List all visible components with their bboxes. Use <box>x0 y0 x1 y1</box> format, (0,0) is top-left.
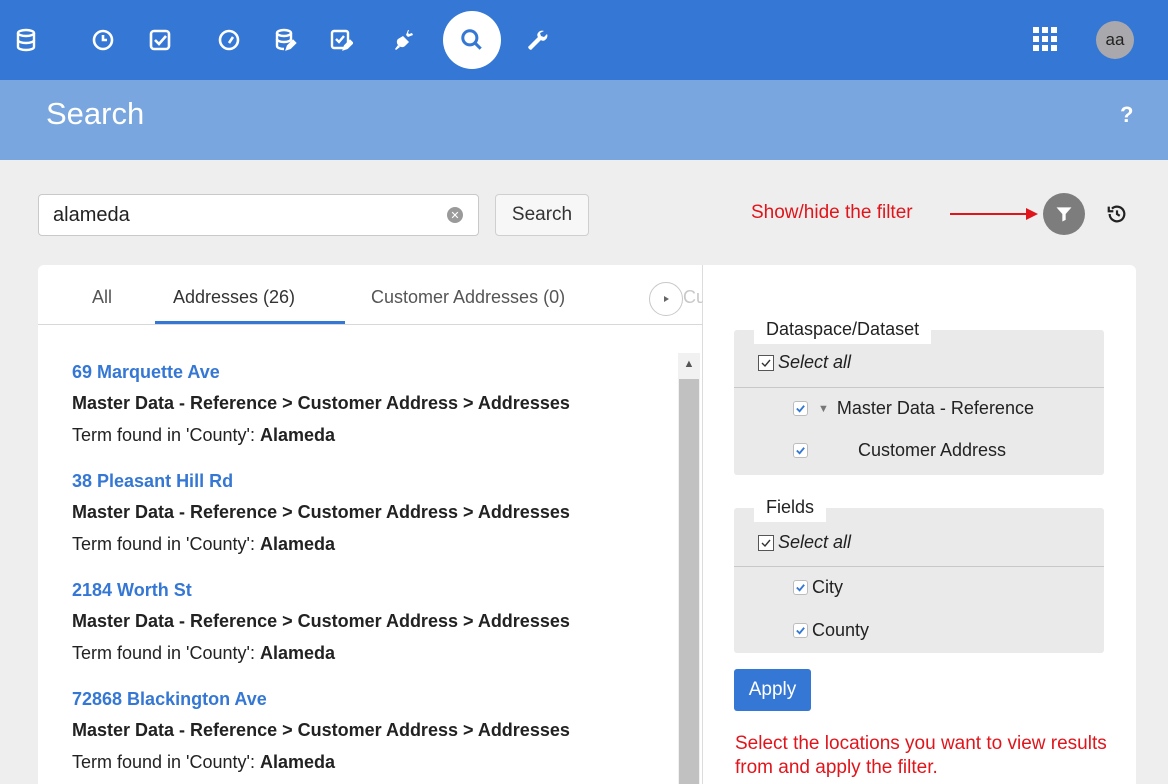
scroll-up-icon[interactable]: ▲ <box>678 353 700 375</box>
gauge-icon[interactable] <box>209 20 249 60</box>
search-field[interactable]: ✕ <box>38 194 479 236</box>
term-prefix: Term found in 'County': <box>72 643 260 663</box>
result-title-link[interactable]: 69 Marquette Ave <box>72 357 672 387</box>
result-path: Master Data - Reference > Customer Addre… <box>72 393 570 413</box>
tab-cust[interactable]: Cust <box>683 287 703 308</box>
main-content: ✕ Search Show/hide the filter All Addres… <box>0 160 1168 784</box>
checkbox-icon[interactable] <box>758 354 774 371</box>
filter-icon <box>1056 207 1072 222</box>
result-term: Term found in 'County': Alameda <box>72 419 672 451</box>
checkbox-checked-icon[interactable] <box>793 401 808 416</box>
result-list: 69 Marquette Ave Master Data - Reference… <box>72 357 672 784</box>
apps-grid-icon[interactable] <box>1033 27 1057 51</box>
annotation-arrow-icon <box>950 208 1038 220</box>
scrollbar-thumb[interactable] <box>679 379 699 784</box>
filter-toggle-button[interactable] <box>1043 193 1085 235</box>
database-edit-icon[interactable] <box>265 20 305 60</box>
result-path: Master Data - Reference > Customer Addre… <box>72 611 570 631</box>
select-all-label: Select all <box>778 532 852 552</box>
dataspace-item-master-data[interactable]: ▼ Master Data - Reference <box>793 398 1103 419</box>
dataspace-select-all[interactable]: Select all <box>758 352 1058 373</box>
search-input[interactable] <box>53 204 433 227</box>
term-value: Alameda <box>259 425 336 445</box>
page-header: Search ? <box>0 80 1168 160</box>
divider <box>734 566 1104 567</box>
active-tab-indicator <box>155 321 345 324</box>
result-title-link[interactable]: 38 Pleasant Hill Rd <box>72 466 672 496</box>
results-panel: All Addresses (26) Customer Addresses (0… <box>38 265 703 784</box>
term-prefix: Term found in 'County': <box>72 425 260 445</box>
tab-customer-addresses[interactable]: Customer Addresses (0) <box>371 287 565 308</box>
term-value: Alameda <box>259 752 336 772</box>
result-title-link[interactable]: 2184 Worth St <box>72 575 672 605</box>
history-icon[interactable] <box>1106 203 1128 225</box>
result-title-link[interactable]: 72868 Blackington Ave <box>72 684 672 714</box>
result-path: Master Data - Reference > Customer Addre… <box>72 502 570 522</box>
help-icon[interactable]: ? <box>1120 102 1133 128</box>
top-nav-bar: aa <box>0 0 1168 80</box>
field-item-label: County <box>812 620 870 640</box>
dataspace-legend: Dataspace/Dataset <box>754 317 932 344</box>
result-term: Term found in 'County': Alameda <box>72 528 672 560</box>
dataspace-item-customer-address[interactable]: Customer Address <box>793 440 1103 461</box>
dataspace-item-label: Master Data - Reference <box>836 398 1034 418</box>
result-term: Term found in 'County': Alameda <box>72 746 672 778</box>
list-item: 2184 Worth St Master Data - Reference > … <box>72 575 672 669</box>
list-item: 72868 Blackington Ave Master Data - Refe… <box>72 684 672 778</box>
fields-select-all[interactable]: Select all <box>758 532 1058 553</box>
search-icon[interactable] <box>443 11 501 69</box>
apply-button[interactable]: Apply <box>734 669 811 711</box>
tabs-scroll-right-button[interactable] <box>649 282 683 316</box>
divider <box>734 387 1104 388</box>
list-item: 38 Pleasant Hill Rd Master Data - Refere… <box>72 466 672 560</box>
result-path: Master Data - Reference > Customer Addre… <box>72 720 570 740</box>
list-item: 69 Marquette Ave Master Data - Reference… <box>72 357 672 451</box>
result-term: Term found in 'County': Alameda <box>72 637 672 669</box>
tab-all[interactable]: All <box>92 287 112 308</box>
filter-annotation: Show/hide the filter <box>751 202 913 223</box>
clock-icon[interactable] <box>83 20 123 60</box>
caret-down-icon[interactable]: ▼ <box>818 403 829 415</box>
wrench-icon[interactable] <box>516 20 556 60</box>
term-value: Alameda <box>259 643 336 663</box>
fields-legend: Fields <box>754 495 827 522</box>
term-value: Alameda <box>259 534 336 554</box>
chevron-right-icon <box>664 296 669 302</box>
results-scrollbar[interactable]: ▲ <box>678 353 700 784</box>
term-prefix: Term found in 'County': <box>72 534 260 554</box>
checklist-edit-icon[interactable] <box>321 20 361 60</box>
checkbox-checked-icon[interactable] <box>793 623 808 638</box>
checkbox-checked-icon[interactable] <box>793 443 808 458</box>
apply-annotation: Select the locations you want to view re… <box>735 733 1107 778</box>
fields-filter-group: Fields Select all City County <box>734 495 1104 653</box>
plug-icon[interactable] <box>385 20 425 60</box>
field-item-city[interactable]: City <box>793 577 1093 598</box>
filter-panel: Dataspace/Dataset Select all ▼ Master Da… <box>703 265 1136 784</box>
field-item-county[interactable]: County <box>793 620 1093 641</box>
result-tabs: All Addresses (26) Customer Addresses (0… <box>38 265 703 325</box>
checkbox-icon[interactable] <box>140 20 180 60</box>
avatar[interactable]: aa <box>1096 21 1134 59</box>
search-button[interactable]: Search <box>495 194 589 236</box>
checkbox-icon[interactable] <box>758 534 774 551</box>
checkbox-checked-icon[interactable] <box>793 580 808 595</box>
dataset-item-label: Customer Address <box>858 440 1007 460</box>
field-item-label: City <box>812 577 843 597</box>
term-prefix: Term found in 'County': <box>72 752 260 772</box>
database-icon[interactable] <box>6 20 46 60</box>
page-title: Search <box>46 96 145 131</box>
dataspace-filter-group: Dataspace/Dataset Select all ▼ Master Da… <box>734 317 1104 475</box>
select-all-label: Select all <box>778 352 852 372</box>
tab-addresses[interactable]: Addresses (26) <box>173 287 295 308</box>
clear-search-icon[interactable]: ✕ <box>447 207 463 223</box>
